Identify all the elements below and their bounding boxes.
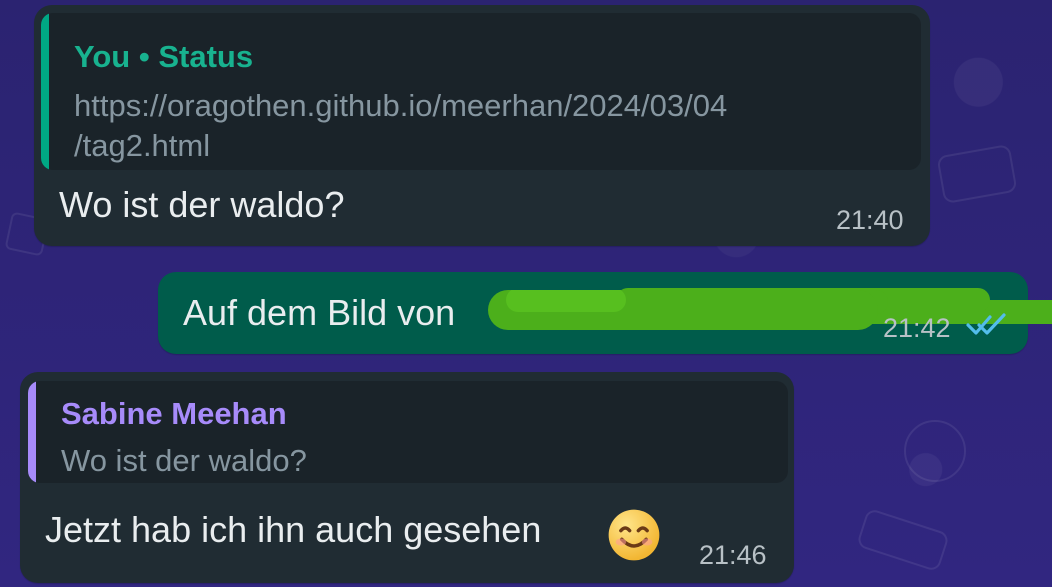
reply-quote-accent (41, 13, 49, 170)
wallpaper-doodle (904, 420, 966, 482)
message-text: Auf dem Bild von (183, 292, 456, 333)
message-bubble-incoming[interactable]: Sabine Meehan Wo ist der waldo? Jetzt ha… (20, 372, 794, 583)
reply-quote-sender: You • Status (74, 39, 254, 74)
reply-quote-accent (28, 381, 36, 483)
wallpaper-doodle (855, 507, 951, 573)
double-check-icon (966, 313, 1006, 335)
reply-quote[interactable]: You • Status https://oragothen.github.io… (41, 13, 921, 170)
wallpaper-doodle (936, 143, 1018, 205)
message-time: 21:40 (836, 205, 904, 235)
redaction-mark (488, 290, 878, 330)
reply-quote-text: https://oragothen.github.io/meerhan/2024… (74, 88, 728, 163)
reply-quote[interactable]: Sabine Meehan Wo ist der waldo? (28, 381, 788, 483)
reply-quote-text: Wo ist der waldo? (61, 443, 307, 478)
message-text: Jetzt hab ich ihn auch gesehen (45, 509, 542, 550)
message-time: 21:42 (883, 313, 951, 343)
message-bubble-incoming[interactable]: You • Status https://oragothen.github.io… (34, 5, 930, 246)
message-bubble-outgoing[interactable]: Auf dem Bild von 21:42 (158, 272, 1028, 354)
reply-quote-sender: Sabine Meehan (61, 396, 287, 431)
message-time: 21:46 (699, 540, 767, 570)
smiling-face-icon (608, 509, 660, 561)
message-text: Wo ist der waldo? (59, 184, 345, 225)
